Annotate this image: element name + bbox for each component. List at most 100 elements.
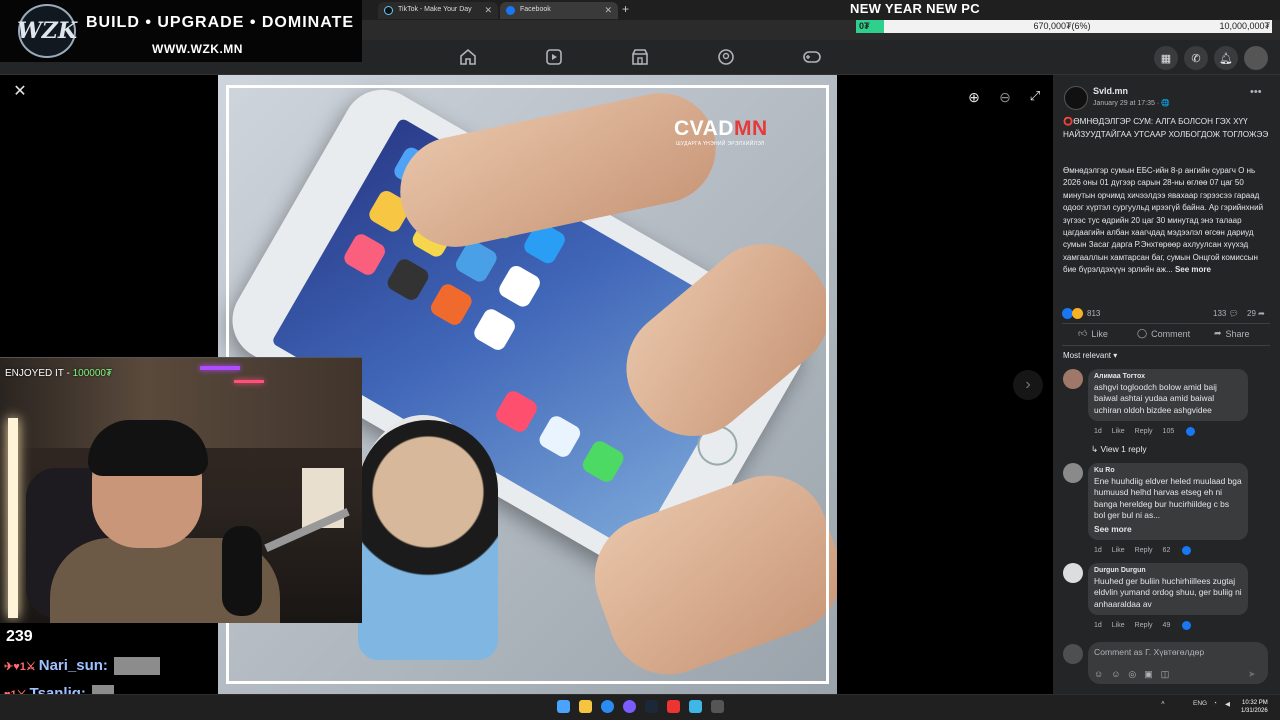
see-more-link[interactable]: See more: [1094, 524, 1242, 535]
send-icon[interactable]: ➤: [1248, 669, 1256, 680]
page-avatar[interactable]: [1064, 86, 1088, 110]
discord-icon[interactable]: [623, 700, 636, 713]
donation-alert: ENJOYED IT - 100000₮: [5, 368, 113, 379]
cvad-watermark-sub: ШУДАРГА ҮНЭНИЙ ЭРЭЛХИЙЛЭЛ: [676, 141, 765, 147]
webcam-overlay: ENJOYED IT - 100000₮: [0, 357, 362, 623]
gaming-icon[interactable]: [802, 48, 822, 66]
like-button[interactable]: 👍︎ Like: [1078, 328, 1108, 339]
goal-current: 670,000₮(6%): [1033, 21, 1091, 31]
windows-taskbar: [0, 694, 1280, 720]
messenger-icon[interactable]: ✆: [1184, 46, 1208, 70]
like-reaction-icon: [1182, 621, 1192, 630]
zoom-out-icon[interactable]: ⊖: [993, 85, 1017, 109]
comment-reply-link[interactable]: Reply: [1135, 428, 1153, 435]
comment-text: ashgvi togloodch bolow amid baij baiwal …: [1094, 382, 1217, 415]
groups-icon[interactable]: [716, 48, 736, 66]
user-avatar: [1063, 644, 1083, 664]
shares-count[interactable]: 29 ➦: [1247, 309, 1265, 318]
view-replies-link[interactable]: ↳ View 1 reply: [1091, 444, 1147, 455]
comment-like-link[interactable]: Like: [1112, 428, 1125, 435]
banner-tagline: BUILD • UPGRADE • DOMINATE: [86, 14, 355, 31]
network-icon[interactable]: ◔: [1213, 700, 1217, 707]
sad-reaction-icon: [1072, 308, 1083, 319]
tiktok-icon: [384, 6, 393, 15]
page-name[interactable]: Svld.mn: [1093, 86, 1128, 96]
next-photo-button[interactable]: ›: [1013, 370, 1043, 400]
comment-like-link[interactable]: Like: [1112, 547, 1125, 554]
reactions-summary[interactable]: 813: [1062, 308, 1100, 319]
like-icon: 👍︎: [1078, 328, 1088, 338]
zoom-in-icon[interactable]: ⊕: [962, 85, 986, 109]
profile-avatar[interactable]: [1244, 46, 1268, 70]
post-title: ⭕ӨМНӨДЭЛГЭР СУМ: АЛГА БОЛСОН ГЭХ ХҮҮ НАЙ…: [1063, 117, 1269, 139]
comment-input-placeholder: Comment as Г. Хүвтөгөлдөр: [1094, 647, 1205, 657]
commenter-avatar[interactable]: [1063, 563, 1083, 583]
comments-count[interactable]: 133 💬︎: [1213, 309, 1239, 318]
video-icon[interactable]: [544, 48, 564, 66]
commenter-name[interactable]: Ku Ro: [1094, 467, 1242, 474]
commenter-name[interactable]: Durgun Durgun: [1094, 567, 1242, 574]
share-icon: ➦: [1214, 328, 1222, 338]
comment-button[interactable]: ◯ Comment: [1137, 328, 1190, 339]
system-clock[interactable]: 10:32 PM 1/31/2026: [1241, 699, 1268, 715]
comment-bubble: Ku Ro Ene huuhdiig eldver heled muulaad …: [1088, 463, 1248, 541]
see-more-link[interactable]: See more: [1175, 265, 1211, 274]
comment-reply-link[interactable]: Reply: [1135, 547, 1153, 554]
steam-icon[interactable]: [645, 700, 658, 713]
like-reaction-icon: [1186, 427, 1196, 436]
comment-text: Ene huuhdiig eldver heled muulaad bga hu…: [1094, 476, 1242, 521]
app-icon[interactable]: [667, 700, 680, 713]
cvad-watermark: CVADMN: [674, 117, 768, 140]
edge-icon[interactable]: [601, 700, 614, 713]
comment-reply-link[interactable]: Reply: [1135, 622, 1153, 629]
comment-text: Huuhed ger buliin huchirhiillees zugtaj …: [1094, 576, 1242, 609]
post-body: Өмнөдэлгэр сумын ЕБС-ийн 8-р ангийн сура…: [1063, 166, 1264, 275]
new-tab-button[interactable]: +: [622, 2, 629, 16]
comment-sort-dropdown[interactable]: Most relevant ▾: [1063, 351, 1117, 360]
viewer-count: 239: [6, 628, 33, 645]
marketplace-icon[interactable]: [630, 48, 650, 66]
post-date[interactable]: January 29 at 17:35 · 🌐: [1093, 99, 1170, 107]
comment-bubble: Durgun Durgun Huuhed ger buliin huchirhi…: [1088, 563, 1248, 616]
wzk-logo: WZK: [17, 4, 77, 58]
close-tab-icon[interactable]: ✕: [604, 5, 612, 16]
chat-message: ✈♥1⚔ Nari_sun:: [4, 657, 160, 676]
donation-goal-bar: 0₮ 670,000₮(6%) 10,000,000₮: [856, 20, 1272, 33]
comment-like-link[interactable]: Like: [1112, 622, 1125, 629]
commenter-avatar[interactable]: [1063, 463, 1083, 483]
commenter-name[interactable]: Алимаа Тогтох: [1094, 373, 1242, 380]
menu-grid-icon[interactable]: ▦: [1154, 46, 1178, 70]
home-icon[interactable]: [458, 48, 478, 66]
tab-tiktok[interactable]: TikTok - Make Your Day ✕: [378, 2, 498, 19]
language-indicator[interactable]: ENG: [1193, 700, 1207, 707]
tray-chevron-icon[interactable]: ˄: [1161, 700, 1165, 707]
comment-bubble: Алимаа Тогтох ashgvi togloodch bolow ami…: [1088, 369, 1248, 422]
comment-icon: ◯: [1137, 328, 1148, 338]
file-explorer-icon[interactable]: [579, 700, 592, 713]
facebook-icon: [506, 6, 515, 15]
start-icon[interactable]: [557, 700, 570, 713]
more-options-icon[interactable]: •••: [1250, 86, 1262, 98]
app-icon[interactable]: [711, 700, 724, 713]
tab-title: Facebook: [520, 6, 551, 13]
composer-tools[interactable]: ☺☺◎▣◫: [1094, 669, 1177, 680]
fullscreen-icon[interactable]: ⤢: [1024, 85, 1046, 107]
close-viewer-button[interactable]: ✕: [10, 81, 30, 101]
tab-facebook[interactable]: Facebook ✕: [500, 2, 618, 19]
like-reaction-icon: [1182, 546, 1192, 555]
volume-icon[interactable]: ◀: [1225, 700, 1230, 708]
chat-emote-image: [113, 657, 160, 676]
screen: TikTok - Make Your Day ✕ Facebook ✕ + ▦ …: [0, 0, 1280, 720]
comment-meta: 1d Like Reply 62: [1094, 546, 1192, 555]
microphone: [222, 526, 262, 616]
app-icon[interactable]: [689, 700, 702, 713]
goal-target: 10,000,000₮: [1219, 21, 1270, 31]
notifications-icon[interactable]: 🔔︎: [1214, 46, 1238, 70]
donation-goal-title: NEW YEAR NEW PC: [850, 1, 980, 16]
banner-url: WWW.WZK.MN: [152, 42, 243, 56]
commenter-avatar[interactable]: [1063, 369, 1083, 389]
share-button[interactable]: ➦ Share: [1214, 328, 1250, 339]
tab-title: TikTok - Make Your Day: [398, 6, 472, 13]
close-tab-icon[interactable]: ✕: [484, 5, 492, 16]
comment-meta: 1d Like Reply 105: [1094, 427, 1196, 436]
